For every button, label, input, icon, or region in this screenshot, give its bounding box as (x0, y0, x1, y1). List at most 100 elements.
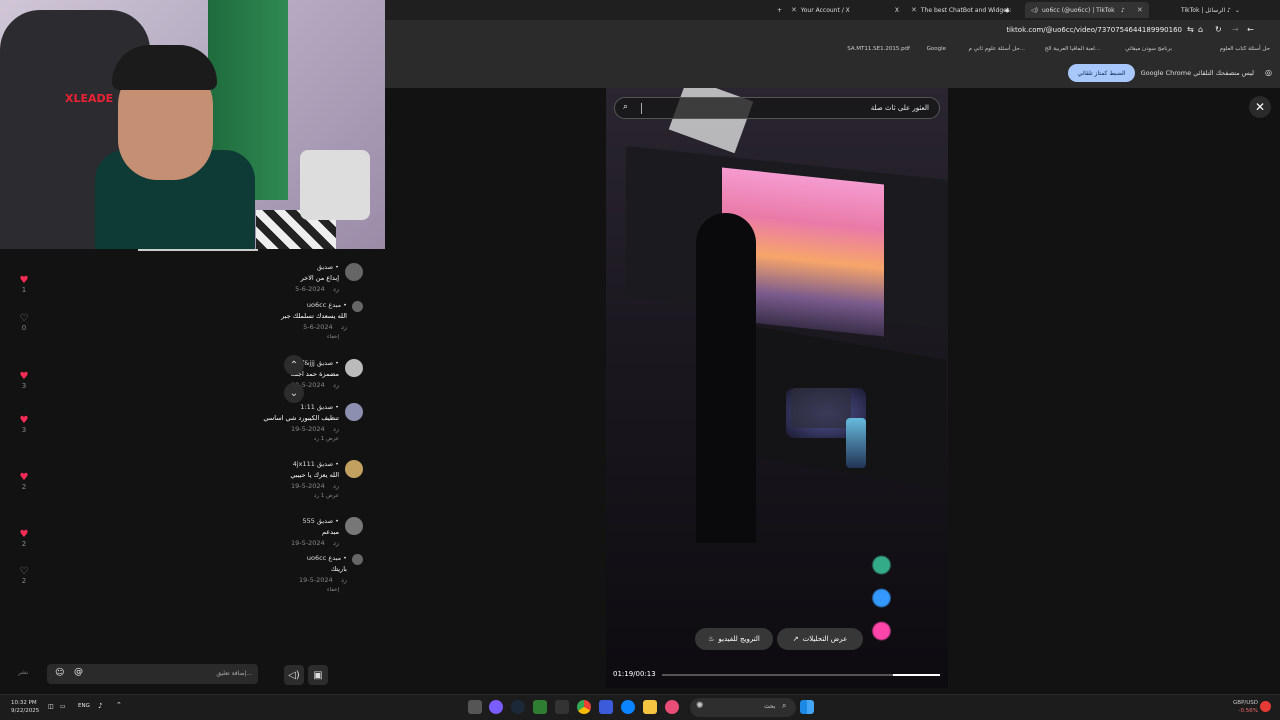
terminal-icon[interactable] (555, 700, 569, 714)
app-icon[interactable] (533, 700, 547, 714)
comment-author[interactable]: @dff&jjj صديق • (123, 359, 339, 367)
comment-author[interactable]: 555 صديق • (123, 517, 339, 525)
like-count: 2 (21, 483, 27, 491)
calculator-icon[interactable] (599, 700, 613, 714)
promote-button[interactable]: ♨ الترويج للفيديو (695, 628, 773, 650)
mention-icon[interactable]: @ (74, 667, 83, 677)
comment-text: الله يعزك يا حبيبي (290, 471, 339, 479)
discord-icon[interactable] (489, 700, 503, 714)
url-field[interactable]: tiktok.com/@uo6cc/video/7370754644189990… (1006, 26, 1182, 34)
avatar[interactable] (345, 460, 363, 478)
search-highlight-icon: ✺ (696, 701, 704, 711)
notification-icon[interactable] (1260, 701, 1271, 712)
avatar[interactable] (345, 517, 363, 535)
reply-button[interactable]: رد (333, 482, 339, 490)
reply-button[interactable]: رد (333, 381, 339, 389)
like-button[interactable]: ♡ 2 (14, 566, 34, 585)
audio-icon[interactable]: ◁) (1031, 7, 1038, 14)
reply-button[interactable]: رد (333, 285, 339, 293)
edge-icon[interactable] (621, 700, 635, 714)
microphone-icon[interactable]: ♪ (98, 702, 102, 710)
reply-button[interactable]: رد (333, 539, 339, 547)
bookmark-item[interactable]: حل أسئلة علوم ثاني م... (969, 46, 1025, 52)
comment-author[interactable]: uo6cc مبدع • (163, 301, 347, 309)
task-view-icon[interactable] (468, 700, 482, 714)
close-icon[interactable]: ✕ (791, 6, 797, 14)
emoji-icon[interactable]: ☺ (55, 668, 64, 678)
like-button[interactable]: ♥ 2 (14, 529, 34, 548)
comment-text: باريتك (330, 565, 347, 573)
steam-icon[interactable] (511, 700, 525, 714)
close-icon[interactable]: ✕ (1137, 6, 1143, 14)
comment-item: 555 صديق • مبدعم رد 2024-5-19 (123, 517, 363, 547)
comment-input[interactable]: ☺ @ إضافة تعليق... (47, 664, 258, 684)
forward-icon[interactable]: → (1232, 25, 1239, 34)
clock[interactable]: 10:32 PM 9/22/2025 (11, 699, 39, 715)
avatar[interactable] (345, 403, 363, 421)
volume-icon[interactable]: ◁) (284, 665, 304, 685)
analytics-button[interactable]: ↗ عرض التحليلات (777, 628, 863, 650)
avatar[interactable] (352, 301, 363, 312)
chevron-down-icon[interactable]: ⌄ (1235, 7, 1240, 14)
like-button[interactable]: ♥ 3 (14, 371, 34, 390)
like-button[interactable]: ♥ 3 (14, 415, 34, 434)
close-video-button[interactable]: ✕ (1249, 96, 1271, 118)
like-button[interactable]: ♡ 0 (14, 313, 34, 332)
app-icon[interactable] (665, 700, 679, 714)
reply-button[interactable]: رد (341, 323, 347, 331)
avatar[interactable] (345, 263, 363, 281)
like-button[interactable]: ♥ 2 (14, 472, 34, 491)
bell-icon[interactable]: ◫ (48, 703, 54, 710)
tab-chatbot[interactable]: ✕ The best ChatBot and Widget: ◆ (905, 2, 1016, 18)
hide-replies-button[interactable]: إخفاء (163, 334, 339, 340)
comment-author[interactable]: uo6cc مبدع • (163, 554, 347, 562)
chrome-icon[interactable] (577, 700, 591, 714)
tab-tiktok-profile[interactable]: ◁) uo6cc (@uo6cc) | TikTok ♪ ✕ (1025, 2, 1149, 18)
view-replies-button[interactable]: عرض 1 رد (123, 493, 339, 499)
home-icon[interactable]: ⌂ (1198, 25, 1203, 34)
comment-author[interactable]: 4jx111 صديق • (123, 460, 339, 468)
search-icon: ⌕ (782, 701, 787, 710)
search-icon[interactable]: ⌕ (623, 102, 628, 112)
comment-date: 2024-5-19 (291, 539, 325, 547)
video-progress-bar[interactable] (662, 674, 940, 676)
next-video-button[interactable]: ⌄ (284, 383, 304, 403)
avatar[interactable] (352, 554, 363, 565)
reply-button[interactable]: رد (341, 576, 347, 584)
comment-author[interactable]: صديق • (123, 263, 339, 271)
display-icon[interactable]: ▭ (60, 703, 66, 710)
view-replies-button[interactable]: عرض 1 رد (123, 436, 339, 442)
tab-tiktok-messages[interactable]: TikTok | الرسائل ♪ ⌄ (1175, 2, 1246, 18)
avatar[interactable] (345, 359, 363, 377)
set-default-button[interactable]: الضبط كمتاز تلقائي (1068, 64, 1135, 82)
bookmark-item[interactable]: حل أسئلة كتاب العلوم (1220, 46, 1270, 52)
tab-x-account[interactable]: ✕ Your Account / X X (785, 2, 905, 18)
bookmark-item[interactable]: لعبة الماقيا العربية الح... (1045, 46, 1100, 52)
hide-replies-button[interactable]: إخفاء (163, 587, 339, 593)
chevron-up-icon[interactable]: ⌃ (116, 701, 122, 709)
comment-author[interactable]: 1:11 صديق • (123, 403, 339, 411)
comment-text: إبداع من الاخر (300, 274, 339, 282)
picture-in-picture-icon[interactable]: ▣ (308, 665, 328, 685)
previous-video-button[interactable]: ⌃ (284, 355, 304, 375)
windows-start-icon[interactable] (800, 700, 814, 714)
like-button[interactable]: ♥ 1 (14, 275, 34, 294)
stock-widget[interactable]: GBP/USD -0.56% (1233, 699, 1258, 715)
bookmark-item[interactable]: Google (927, 46, 946, 52)
close-icon[interactable]: ✕ (911, 6, 917, 14)
diamond-icon: ◆ (1004, 6, 1010, 14)
bookmark-item[interactable]: SA.MT11.SE1.2015.pdf (847, 46, 910, 52)
language-indicator[interactable]: ENG (78, 703, 90, 709)
bookmarks-bar: حل أسئلة كتاب العلوم برنامج سودن ميقاتي … (385, 42, 1280, 58)
logo: XLEADE (65, 92, 114, 105)
post-button[interactable]: نشر (18, 669, 28, 676)
bookmark-item[interactable]: برنامج سودن ميقاتي (1125, 46, 1172, 52)
back-icon[interactable]: ← (1247, 25, 1254, 34)
taskbar-search[interactable]: ✺ بحث ⌕ (690, 698, 796, 717)
reply-button[interactable]: رد (333, 425, 339, 433)
reload-icon[interactable]: ↻ (1215, 25, 1222, 34)
video-player[interactable]: ⌕ العثور على ثاث صلة ↗ عرض التحليلات ♨ الت… (606, 88, 948, 688)
tune-icon[interactable]: ⇆ (1187, 25, 1194, 34)
video-search-bar[interactable]: ⌕ العثور على ثاث صلة (614, 97, 940, 119)
file-explorer-icon[interactable] (643, 700, 657, 714)
